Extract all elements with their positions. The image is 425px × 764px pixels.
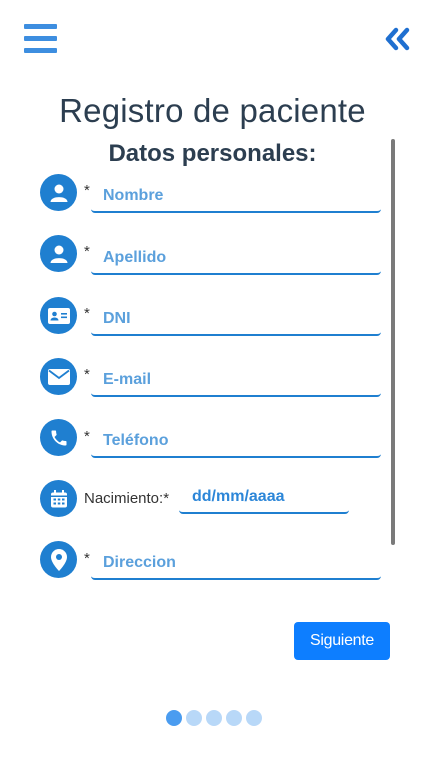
direccion-input[interactable] [91, 548, 381, 580]
telefono-input[interactable] [91, 426, 381, 458]
siguiente-button[interactable]: Siguiente [294, 622, 390, 660]
field-nombre: * [0, 172, 425, 222]
pagination-dot-5[interactable] [246, 710, 262, 726]
field-telefono: * [0, 418, 425, 468]
required-mark: * [84, 428, 90, 445]
required-mark: * [84, 243, 90, 260]
birth-label: Nacimiento:* [84, 490, 170, 507]
pagination-dot-3[interactable] [206, 710, 222, 726]
user-icon [40, 174, 77, 211]
double-chevron-left-icon [385, 27, 410, 51]
birthdate-input[interactable] [179, 482, 349, 514]
menu-bar [24, 36, 57, 41]
pagination-dot-4[interactable] [226, 710, 242, 726]
id-card-icon [40, 297, 77, 334]
pagination-dot-2[interactable] [186, 710, 202, 726]
field-email: * [0, 356, 425, 406]
email-input[interactable] [91, 365, 381, 397]
field-apellido: * [0, 233, 425, 283]
dni-input[interactable] [91, 304, 381, 336]
envelope-icon [40, 358, 77, 395]
nombre-input[interactable] [91, 181, 381, 213]
page-title: Registro de paciente [59, 92, 366, 129]
required-mark: * [84, 182, 90, 199]
apellido-input[interactable] [91, 243, 381, 275]
required-mark: * [84, 366, 90, 383]
field-dni: * [0, 295, 425, 345]
menu-button[interactable] [24, 24, 57, 54]
user-icon [40, 235, 77, 272]
menu-bar [24, 48, 57, 53]
section-subtitle: Datos personales: [108, 140, 317, 167]
pagination-dots [166, 710, 266, 726]
back-button[interactable] [384, 27, 412, 51]
phone-icon [40, 419, 77, 456]
field-direccion: * [0, 540, 425, 590]
field-nacimiento: Nacimiento:* [0, 479, 425, 529]
menu-bar [24, 24, 57, 29]
calendar-icon [40, 480, 77, 517]
location-pin-icon [40, 541, 77, 578]
required-mark: * [84, 305, 90, 322]
required-mark: * [84, 550, 90, 567]
pagination-dot-1[interactable] [166, 710, 182, 726]
